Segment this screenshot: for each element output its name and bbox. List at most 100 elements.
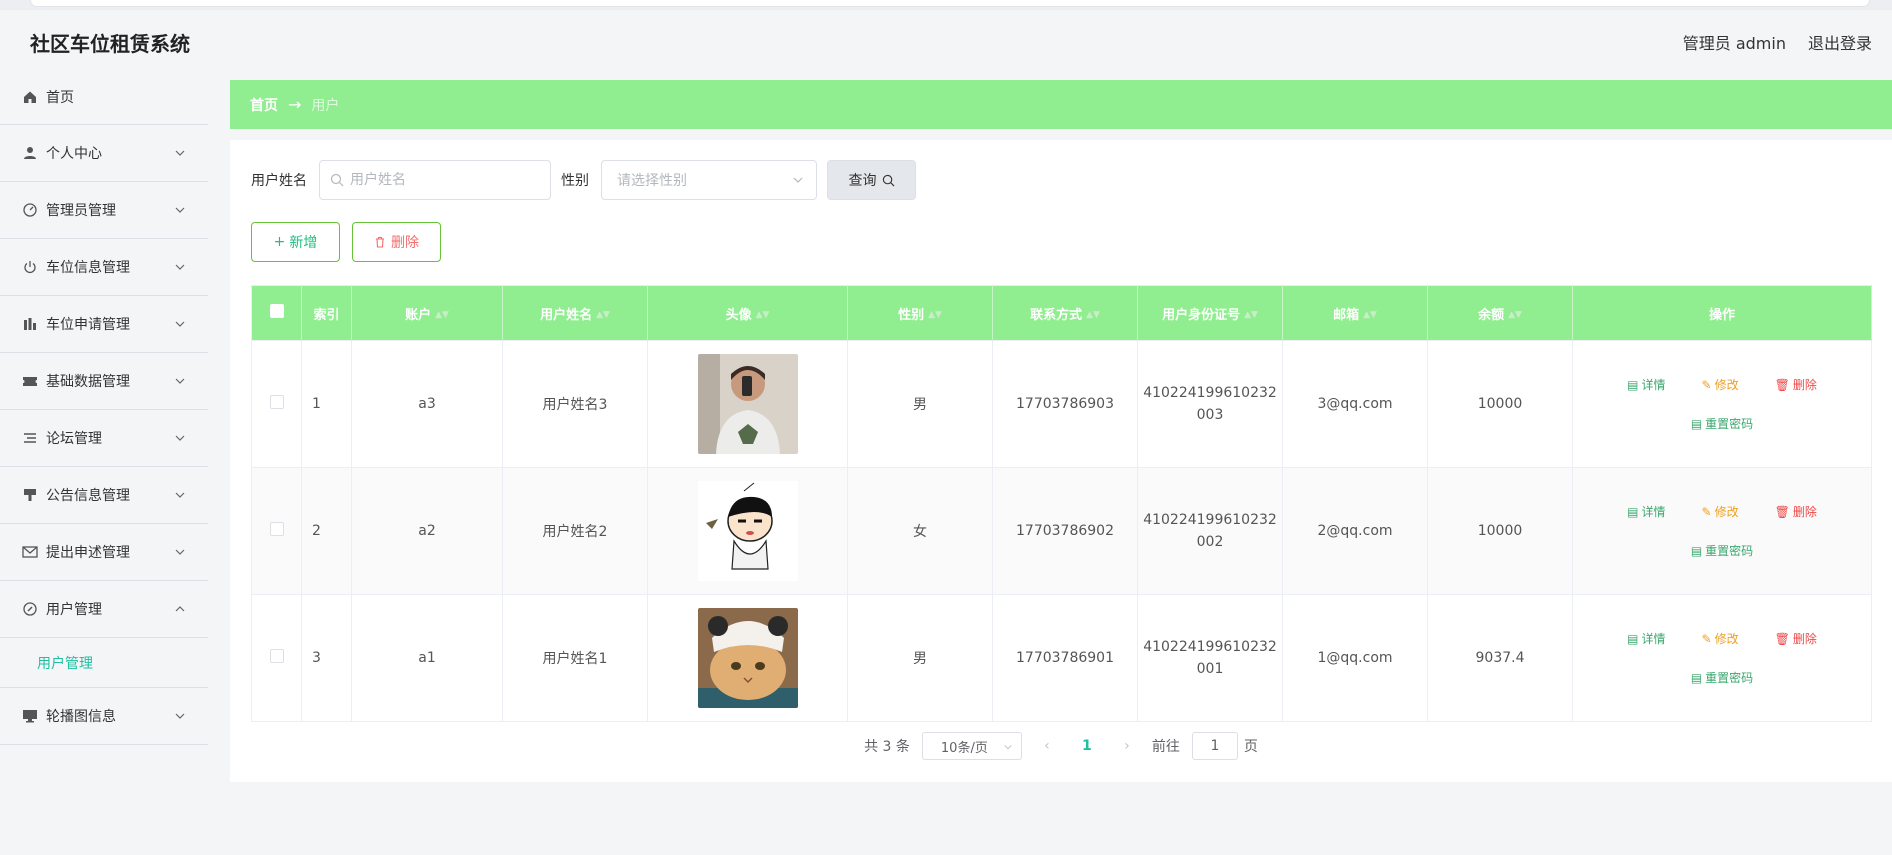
next-page-button[interactable]: ›	[1114, 738, 1140, 754]
avatar[interactable]	[697, 354, 798, 454]
op-label: 修改	[1714, 505, 1739, 519]
delete-button[interactable]: 🗑 删除	[1763, 496, 1829, 527]
column-header-label: 用户姓名	[540, 307, 593, 323]
page-number[interactable]: 1	[1072, 738, 1102, 754]
sidebar-item-notice[interactable]: 公告信息管理	[0, 467, 208, 524]
batch-delete-button[interactable]: 删除	[352, 222, 441, 262]
chevron-down-icon	[175, 549, 185, 555]
edit-icon: ✎	[1701, 377, 1712, 392]
edit-icon: ✎	[1701, 631, 1712, 646]
name-search-input[interactable]	[350, 172, 530, 188]
sidebar-subitem-users[interactable]: 用户管理	[0, 638, 208, 688]
browser-top-strip	[0, 0, 1892, 10]
edit-button[interactable]: ✎ 修改	[1690, 623, 1751, 654]
id-card-line: 410224199610232	[1143, 385, 1277, 401]
chevron-down-icon	[175, 150, 185, 156]
sort-icon[interactable]: ▲▼	[1086, 310, 1100, 320]
chevron-down-icon	[793, 177, 803, 183]
sort-icon[interactable]: ▲▼	[1244, 310, 1258, 320]
edit-button[interactable]: ✎ 修改	[1690, 369, 1751, 400]
sort-icon[interactable]: ▲▼	[596, 310, 610, 320]
reset-password-button[interactable]: ▤ 重置密码	[1679, 408, 1765, 439]
sidebar-item-forum[interactable]: 论坛管理	[0, 410, 208, 467]
name-cell: 用户姓名3	[502, 340, 648, 468]
avatar-cell	[647, 467, 848, 595]
sidebar-item-users[interactable]: 用户管理	[0, 581, 208, 638]
breadcrumb-home[interactable]: 首页	[250, 95, 278, 115]
table-row: 1 a3 用户姓名3 男 17703786903 410224199610232…	[251, 340, 1872, 468]
column-header: 索引	[301, 285, 352, 341]
id-card-line: 003	[1196, 407, 1224, 423]
sidebar-item-label: 轮播图信息	[46, 709, 116, 725]
query-button-label: 查询	[848, 173, 877, 189]
reset-password-button[interactable]: ▤ 重置密码	[1679, 535, 1765, 566]
select-all-checkbox[interactable]	[269, 304, 284, 318]
sort-icon[interactable]: ▲▼	[1363, 310, 1377, 320]
view-button[interactable]: ▤ 详情	[1615, 369, 1677, 400]
op-label: 修改	[1714, 378, 1739, 392]
sidebar-item-profile[interactable]: 个人中心	[0, 125, 208, 182]
page-size-select[interactable]: 10条/页	[921, 732, 1022, 760]
gender-select[interactable]: 请选择性别	[601, 160, 817, 200]
avatar[interactable]	[697, 481, 798, 581]
column-header[interactable]: 头像 ▲▼	[647, 285, 848, 341]
breadcrumb: 首页 → 用户	[230, 80, 1892, 129]
column-header[interactable]: 邮箱 ▲▼	[1282, 285, 1428, 341]
sort-icon[interactable]: ▲▼	[435, 310, 449, 320]
sort-icon[interactable]: ▲▼	[1508, 310, 1522, 320]
delete-button[interactable]: 🗑 删除	[1763, 623, 1829, 654]
column-header[interactable]: 账户 ▲▼	[351, 285, 503, 341]
sidebar-item-complaint[interactable]: 提出申述管理	[0, 524, 208, 581]
column-header[interactable]: 联系方式 ▲▼	[992, 285, 1138, 341]
sidebar-item-admins[interactable]: 管理员管理	[0, 182, 208, 239]
plus-icon: +	[273, 234, 286, 250]
add-button[interactable]: + 新增	[251, 222, 340, 262]
balance-cell: 10000	[1427, 340, 1573, 468]
row-checkbox[interactable]	[269, 395, 284, 409]
reset-password-button[interactable]: ▤ 重置密码	[1679, 662, 1765, 693]
query-button[interactable]: 查询	[827, 160, 916, 200]
edit-button[interactable]: ✎ 修改	[1690, 496, 1751, 527]
account-cell: a1	[351, 594, 503, 722]
sort-icon[interactable]: ▲▼	[756, 310, 770, 320]
gender-cell: 男	[847, 340, 993, 468]
row-checkbox[interactable]	[269, 649, 284, 663]
id-card-line: 410224199610232	[1143, 512, 1277, 528]
column-header[interactable]: 用户身份证号 ▲▼	[1137, 285, 1283, 341]
gender-filter-label: 性别	[561, 173, 589, 189]
op-label: 重置密码	[1705, 417, 1754, 431]
gender-select-placeholder: 请选择性别	[617, 173, 687, 189]
sidebar-item-parking-apply[interactable]: 车位申请管理	[0, 296, 208, 353]
column-header[interactable]: 用户姓名 ▲▼	[502, 285, 648, 341]
row-select-cell	[251, 467, 302, 595]
column-header[interactable]: 性别 ▲▼	[847, 285, 993, 341]
column-header[interactable]: 余额 ▲▼	[1427, 285, 1573, 341]
goto-page-input[interactable]: 1	[1191, 732, 1238, 760]
sidebar-item-carousel[interactable]: 轮播图信息	[0, 688, 208, 745]
view-button[interactable]: ▤ 详情	[1615, 496, 1677, 527]
row-select-cell	[251, 340, 302, 468]
column-header-label: 性别	[898, 307, 925, 323]
document-icon: ▤	[1690, 670, 1703, 685]
avatar[interactable]	[697, 608, 798, 708]
view-button[interactable]: ▤ 详情	[1615, 623, 1677, 654]
sort-icon[interactable]: ▲▼	[928, 310, 942, 320]
chevron-down-icon	[175, 378, 185, 384]
prev-page-button[interactable]: ‹	[1034, 738, 1060, 754]
sidebar-item-home[interactable]: 首页	[0, 70, 208, 125]
sidebar-item-label: 个人中心	[46, 146, 102, 162]
column-header-label: 余额	[1478, 307, 1505, 323]
sidebar-item-label: 论坛管理	[46, 431, 102, 447]
add-button-label: 新增	[289, 235, 318, 251]
document-icon: ▤	[1627, 631, 1639, 646]
logout-link[interactable]: 退出登录	[1808, 30, 1872, 54]
phone-cell: 17703786902	[992, 467, 1138, 595]
row-checkbox[interactable]	[269, 522, 284, 536]
name-search-field[interactable]	[319, 160, 551, 200]
op-label: 详情	[1641, 378, 1666, 392]
home-icon	[22, 89, 38, 105]
delete-button[interactable]: 🗑 删除	[1763, 369, 1829, 400]
chevron-down-icon	[175, 321, 185, 327]
sidebar-item-parking-info[interactable]: 车位信息管理	[0, 239, 208, 296]
sidebar-item-base-data[interactable]: 基础数据管理	[0, 353, 208, 410]
